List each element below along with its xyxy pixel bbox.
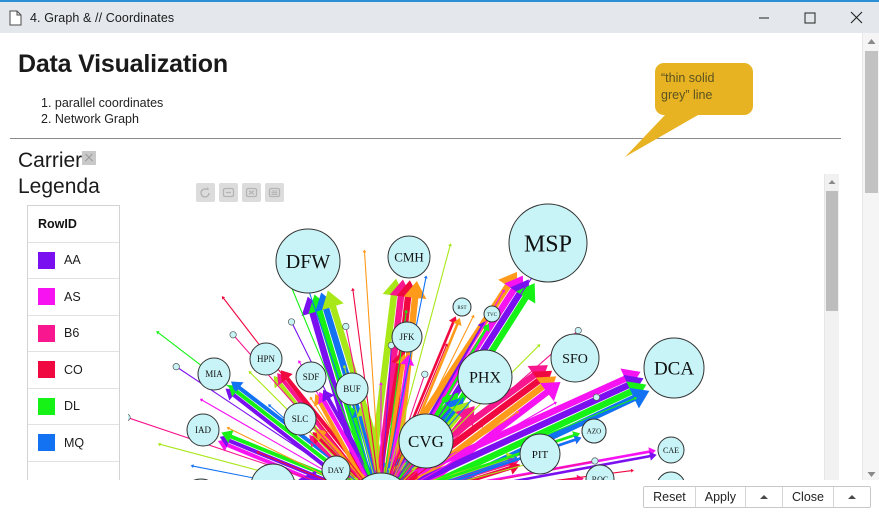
network-graph-canvas[interactable]: DFW CMH MSP PHX SFO DCA CVG JFK MIA HPN SDF BUF SLC I… bbox=[128, 173, 835, 483]
legend-row-as[interactable]: AS bbox=[28, 279, 119, 316]
callout-line-2: grey” line bbox=[661, 88, 713, 102]
graph-node-label: TVC bbox=[487, 313, 498, 318]
graph-node-label: SFO bbox=[562, 352, 588, 367]
close-button-titlebar[interactable] bbox=[833, 2, 879, 33]
application-window: 4. Graph & // Coordinates Data Visualiza… bbox=[0, 0, 879, 512]
graph-node-label: PIT bbox=[532, 449, 549, 461]
graph-node-label: MSP bbox=[524, 231, 572, 257]
caret-up-icon bbox=[848, 495, 856, 499]
legend-row-dl[interactable]: DL bbox=[28, 389, 119, 425]
graph-node-label: SLC bbox=[292, 414, 309, 424]
title-bar-left: 4. Graph & // Coordinates bbox=[0, 10, 174, 26]
graph-node-label: CMH bbox=[394, 250, 424, 265]
caret-up-icon bbox=[760, 495, 769, 499]
graph-node-label: CAE bbox=[663, 446, 679, 455]
legend-swatch-as bbox=[38, 288, 55, 306]
graph-node-label: HPN bbox=[257, 354, 276, 364]
callout-text: “thin solid grey” line bbox=[661, 70, 743, 104]
legend-title: Carrier Legenda bbox=[18, 148, 138, 200]
legend-row-mq[interactable]: MQ bbox=[28, 425, 119, 462]
legend-label-b6: B6 bbox=[64, 326, 80, 341]
reset-zoom-icon[interactable] bbox=[196, 183, 215, 202]
graph-node-label: DAY bbox=[328, 466, 345, 475]
graph-scroll-up-icon[interactable] bbox=[825, 174, 839, 190]
apply-options-caret[interactable] bbox=[746, 487, 784, 507]
legend-label-co: CO bbox=[64, 362, 83, 377]
legend-label-aa: AA bbox=[64, 253, 81, 268]
legend-row-co[interactable]: CO bbox=[28, 352, 119, 389]
callout-line-1: “thin solid bbox=[661, 71, 715, 85]
fit-screen-icon[interactable] bbox=[242, 183, 261, 202]
apply-button[interactable]: Apply bbox=[695, 487, 747, 507]
legend-label-as: AS bbox=[64, 289, 81, 304]
window-scrollbar[interactable] bbox=[862, 33, 879, 483]
list-item: 2. Network Graph bbox=[41, 111, 139, 126]
footer-button-group: Reset Apply Close bbox=[643, 486, 871, 508]
document-icon bbox=[9, 10, 22, 26]
graph-scrollbar[interactable] bbox=[824, 174, 839, 483]
footer-bar: Reset Apply Close bbox=[0, 480, 879, 512]
collapse-icon[interactable] bbox=[219, 183, 238, 202]
graph-node-label: PHX bbox=[469, 370, 501, 387]
close-options-caret[interactable] bbox=[834, 487, 870, 507]
legend-swatch-mq bbox=[38, 434, 55, 452]
page-title: Data Visualization bbox=[18, 50, 228, 78]
graph-node-label: SDF bbox=[303, 372, 320, 382]
legend-header-row: RowID bbox=[28, 206, 119, 243]
annotation-callout: “thin solid grey” line bbox=[617, 49, 777, 157]
window-scroll-thumb[interactable] bbox=[865, 51, 878, 193]
graph-node-label: DCA bbox=[654, 359, 694, 380]
legend-header-label: RowID bbox=[38, 216, 77, 231]
graph-node-label: RST bbox=[457, 306, 466, 311]
legend-swatch-b6 bbox=[38, 324, 55, 342]
list-item: 1. parallel coordinates bbox=[41, 96, 164, 110]
legend-swatch-dl bbox=[38, 397, 55, 415]
close-button[interactable]: Close bbox=[783, 487, 834, 507]
graph-node-label: DFW bbox=[286, 251, 331, 273]
graph-toolbar bbox=[196, 183, 284, 202]
reset-button[interactable]: Reset bbox=[644, 487, 696, 507]
graph-node-label: MIA bbox=[205, 369, 223, 379]
legend-row-b6[interactable]: B6 bbox=[28, 316, 119, 352]
legend-label-dl: DL bbox=[64, 399, 80, 414]
graph-scroll-thumb[interactable] bbox=[826, 191, 838, 311]
legend-swatch-co bbox=[38, 361, 55, 379]
broken-image-icon bbox=[82, 151, 97, 165]
window-scroll-up-icon[interactable] bbox=[863, 33, 879, 50]
title-bar: 4. Graph & // Coordinates bbox=[0, 2, 879, 33]
page-list: 1. parallel coordinates 2. Network Graph bbox=[41, 96, 163, 127]
window-title: 4. Graph & // Coordinates bbox=[30, 10, 175, 25]
graph-node-label: CVG bbox=[408, 432, 444, 451]
graph-node-label: AZO bbox=[587, 427, 601, 435]
legend-row-aa[interactable]: AA bbox=[28, 243, 119, 279]
graph-node-label: JFK bbox=[399, 332, 415, 342]
menu-icon[interactable] bbox=[265, 183, 284, 202]
page-content: Data Visualization 1. parallel coordinat… bbox=[0, 33, 862, 483]
legend-title-line-2: Legenda bbox=[18, 175, 100, 198]
window-controls bbox=[741, 2, 879, 33]
legend-title-line-1: Carrier bbox=[18, 149, 83, 172]
maximize-button[interactable] bbox=[787, 2, 833, 33]
legend-label-mq: MQ bbox=[64, 435, 85, 450]
minimize-button[interactable] bbox=[741, 2, 787, 33]
graph-node-label: IAD bbox=[195, 425, 211, 435]
legend-swatch-aa bbox=[38, 251, 55, 269]
graph-node-label: BUF bbox=[343, 384, 361, 394]
legend-table: RowID AA AS B6 CO DL MQ bbox=[27, 205, 120, 483]
